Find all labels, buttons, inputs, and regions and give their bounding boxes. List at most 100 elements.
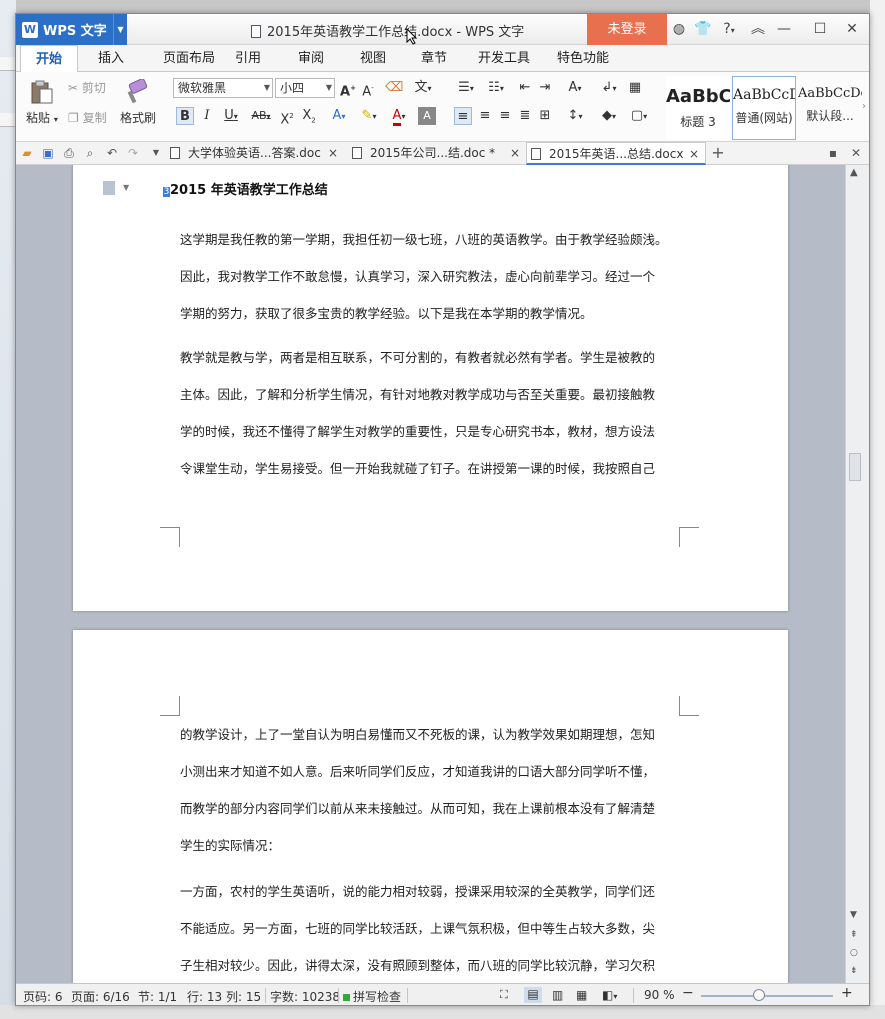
underline-button[interactable]: U▾ <box>218 107 244 125</box>
font-color-button[interactable]: A▾ <box>386 107 412 126</box>
font-size-select[interactable]: 小四 ▼ <box>275 78 335 98</box>
paste-button[interactable]: 粘贴 ▾ <box>26 109 58 126</box>
open-folder-icon[interactable]: ▰ <box>19 145 35 161</box>
grow-font-icon[interactable]: A+ <box>339 79 357 99</box>
chevron-right-icon[interactable]: › <box>859 98 869 116</box>
close-tab-icon[interactable]: × <box>689 143 699 166</box>
chevron-down-icon[interactable]: ▼ <box>113 14 127 45</box>
minimize-icon[interactable]: — <box>772 14 796 45</box>
status-word-count[interactable]: 字数: 10238 <box>270 988 340 1005</box>
highlight-button[interactable]: ✎▾ <box>356 107 382 125</box>
tab-review[interactable]: 审阅 <box>289 45 333 72</box>
tab-page-layout[interactable]: 页面布局 <box>149 45 229 72</box>
maximize-icon[interactable]: ☐ <box>808 14 832 45</box>
app-menu-button[interactable]: W WPS 文字 ▼ <box>16 14 127 45</box>
scroll-thumb[interactable] <box>849 453 861 481</box>
web-view-icon[interactable]: ▦ <box>576 988 587 1002</box>
bold-button[interactable]: B <box>176 107 194 125</box>
italic-button[interactable]: I <box>198 107 216 125</box>
quick-access-dropdown-icon[interactable]: ▼ <box>148 145 164 161</box>
tab-list-icon[interactable]: ▪ <box>825 145 841 161</box>
tab-home[interactable]: 开始 <box>20 45 78 73</box>
zoom-slider-track[interactable] <box>701 995 833 997</box>
align-center-button[interactable]: ≡ <box>476 107 494 125</box>
style-normal-web[interactable]: AaBbCcD 普通(网站) <box>732 76 796 140</box>
align-left-button[interactable]: ≡ <box>454 107 472 125</box>
prev-page-icon[interactable]: ⇞ <box>850 930 858 940</box>
align-right-button[interactable]: ≡ <box>496 107 514 125</box>
cut-button[interactable]: ✂ 剪切 <box>68 79 106 96</box>
paste-icon[interactable] <box>28 79 54 104</box>
doc-tab[interactable]: 2015年公司...结.doc * × <box>348 142 524 165</box>
scroll-down-icon[interactable]: ▼ <box>850 910 857 920</box>
chinese-layout-button[interactable]: A▾ <box>562 79 588 97</box>
tab-developer[interactable]: 开发工具 <box>471 45 537 72</box>
bullets-button[interactable]: ☰▾ <box>452 79 480 97</box>
zoom-in-icon[interactable]: + <box>841 985 853 1001</box>
login-button[interactable]: 未登录 <box>587 14 667 45</box>
outline-view-icon[interactable]: ▥ <box>552 988 563 1002</box>
print-icon[interactable]: ⎙ <box>61 145 77 161</box>
format-painter-button[interactable]: 格式刷 <box>120 109 156 126</box>
tab-special[interactable]: 特色功能 <box>550 45 616 72</box>
full-screen-icon[interactable]: ⛶ <box>500 988 508 1002</box>
clear-format-icon[interactable]: ⌫ <box>385 79 403 97</box>
select-browse-object-icon[interactable]: ○ <box>850 948 858 958</box>
reading-view-icon[interactable]: ◧▾ <box>602 988 617 1002</box>
text-effect-button[interactable]: A▾ <box>326 107 352 125</box>
doc-tab[interactable]: 大学体验英语...答案.doc × <box>166 142 342 165</box>
decrease-indent-icon[interactable]: ⇤ <box>516 79 534 97</box>
style-heading-3[interactable]: AaBbC 标题 3 <box>666 76 730 140</box>
new-tab-icon[interactable]: + <box>710 145 726 161</box>
print-preview-icon[interactable]: ⌕ <box>82 145 98 161</box>
tab-view[interactable]: 视图 <box>351 45 395 72</box>
background-window-edge <box>0 0 16 1019</box>
borders-button[interactable]: ▢▾ <box>626 107 652 125</box>
line-spacing-button[interactable]: ↕▾ <box>562 107 588 125</box>
font-name-select[interactable]: 微软雅黑 ▼ <box>173 78 273 98</box>
next-page-icon[interactable]: ⇟ <box>850 966 858 976</box>
shirt-icon[interactable]: 👕 <box>691 14 715 45</box>
strikethrough-button[interactable]: AB▾ <box>248 107 274 125</box>
char-shading-button[interactable]: A <box>418 107 436 125</box>
zoom-out-icon[interactable]: − <box>682 985 694 1001</box>
redo-icon[interactable]: ↷ <box>125 145 141 161</box>
numbering-button[interactable]: ☷▾ <box>482 79 510 97</box>
tab-insert[interactable]: 插入 <box>86 45 136 72</box>
zoom-level[interactable]: 90 % <box>644 988 675 1002</box>
scroll-up-icon[interactable]: ▲ <box>850 167 858 178</box>
zoom-slider-thumb[interactable] <box>753 989 765 1001</box>
page-options-icon[interactable] <box>103 181 115 195</box>
pinyin-icon[interactable]: 文▾ <box>409 79 437 97</box>
collapse-ribbon-icon[interactable]: ︽ <box>746 14 770 45</box>
document-canvas[interactable]: ▼ 32015 年英语教学工作总结 这学期是我任教的第一学期，我担任初一级七班，… <box>16 165 845 983</box>
vertical-scrollbar[interactable]: ▲ ▼ ⇞ ○ ⇟ <box>845 165 869 983</box>
table-icon[interactable]: ▦ <box>626 79 644 97</box>
style-default-para[interactable]: AaBbCcDd 默认段... <box>798 76 862 140</box>
subscript-button[interactable]: X2 <box>300 107 318 125</box>
skin-icon[interactable]: ◍ <box>667 14 691 45</box>
spell-check-toggle[interactable]: 拼写检查 <box>343 988 401 1005</box>
page-view-icon[interactable]: ▤ <box>524 987 542 1003</box>
superscript-button[interactable]: X2 <box>278 107 296 127</box>
help-icon[interactable]: ?▾ <box>715 14 743 45</box>
justify-button[interactable]: ≣ <box>516 107 534 125</box>
format-painter-icon[interactable] <box>124 78 150 104</box>
close-tab-icon[interactable]: × <box>328 142 338 165</box>
increase-indent-icon[interactable]: ⇥ <box>536 79 554 97</box>
undo-icon[interactable]: ↶ <box>104 145 120 161</box>
close-tab-icon[interactable]: × <box>510 142 520 165</box>
tab-references[interactable]: 引用 <box>226 45 270 72</box>
window-title-text: 2015年英语教学工作总结.docx - WPS 文字 <box>267 25 525 40</box>
close-doc-icon[interactable]: ✕ <box>848 145 864 161</box>
shrink-font-icon[interactable]: A- <box>359 79 377 99</box>
close-icon[interactable]: ✕ <box>840 14 864 45</box>
doc-tab-active[interactable]: 2015年英语...总结.docx × <box>526 142 706 165</box>
tab-chapter[interactable]: 章节 <box>412 45 456 72</box>
chevron-down-icon: ▼ <box>325 83 332 92</box>
shading-button[interactable]: ◆▾ <box>596 107 622 125</box>
distribute-button[interactable]: ⊞ <box>536 107 554 125</box>
save-icon[interactable]: ▣ <box>40 145 56 161</box>
show-marks-button[interactable]: ↲▾ <box>596 79 622 97</box>
copy-button[interactable]: ❐ 复制 <box>68 109 107 126</box>
